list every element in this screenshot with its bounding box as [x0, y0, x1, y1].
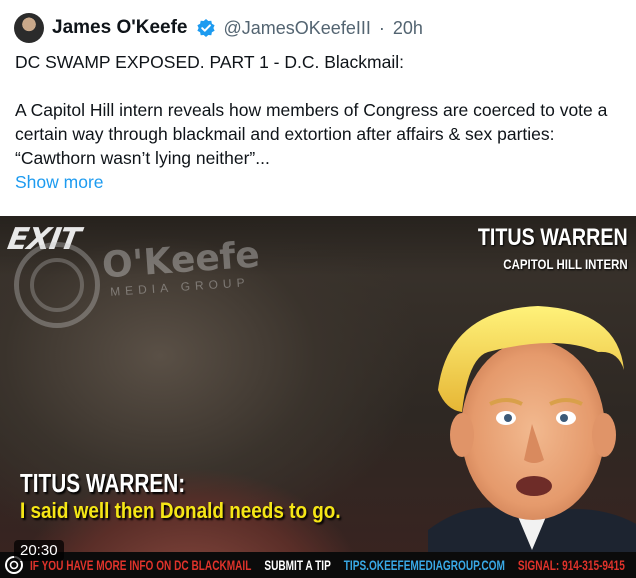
ticker-submit: SUBMIT A TIP [264, 557, 331, 573]
video-duration: 20:30 [14, 540, 64, 561]
caption-quote: I said well then Donald needs to go. [20, 498, 341, 523]
show-more-link[interactable]: Show more [15, 172, 104, 193]
tweet-header: James O'Keefe @JamesOKeefeIII · 20h [14, 12, 423, 44]
news-ticker: IF YOU HAVE MORE INFO ON DC BLACKMAIL SU… [0, 552, 636, 578]
avatar[interactable] [14, 13, 44, 43]
separator-dot: · [378, 17, 385, 38]
lower-third-name: TITUS WARREN [478, 224, 628, 251]
caption-speaker: TITUS WARREN: [20, 468, 186, 498]
ticker-signal: SIGNAL: 914-315-9415 [517, 557, 625, 573]
video-player[interactable]: EXIT O'Keefe MEDIA GROUP TITUS WARREN CA… [0, 216, 636, 578]
author-name[interactable]: James O'Keefe [52, 17, 188, 39]
tweet-text: DC SWAMP EXPOSED. PART 1 - D.C. Blackmai… [15, 52, 608, 168]
author-handle[interactable]: @JamesOKeefeIII [224, 18, 371, 39]
lower-third-title: CAPITOL HILL INTERN [503, 256, 628, 272]
inset-portrait [428, 306, 636, 578]
ticker-url: TIPS.OKEEFEMEDIAGROUP.COM [343, 557, 505, 573]
watermark-logo-icon [14, 242, 100, 328]
tweet-timestamp[interactable]: 20h [393, 18, 423, 39]
verified-badge-icon [196, 18, 216, 38]
